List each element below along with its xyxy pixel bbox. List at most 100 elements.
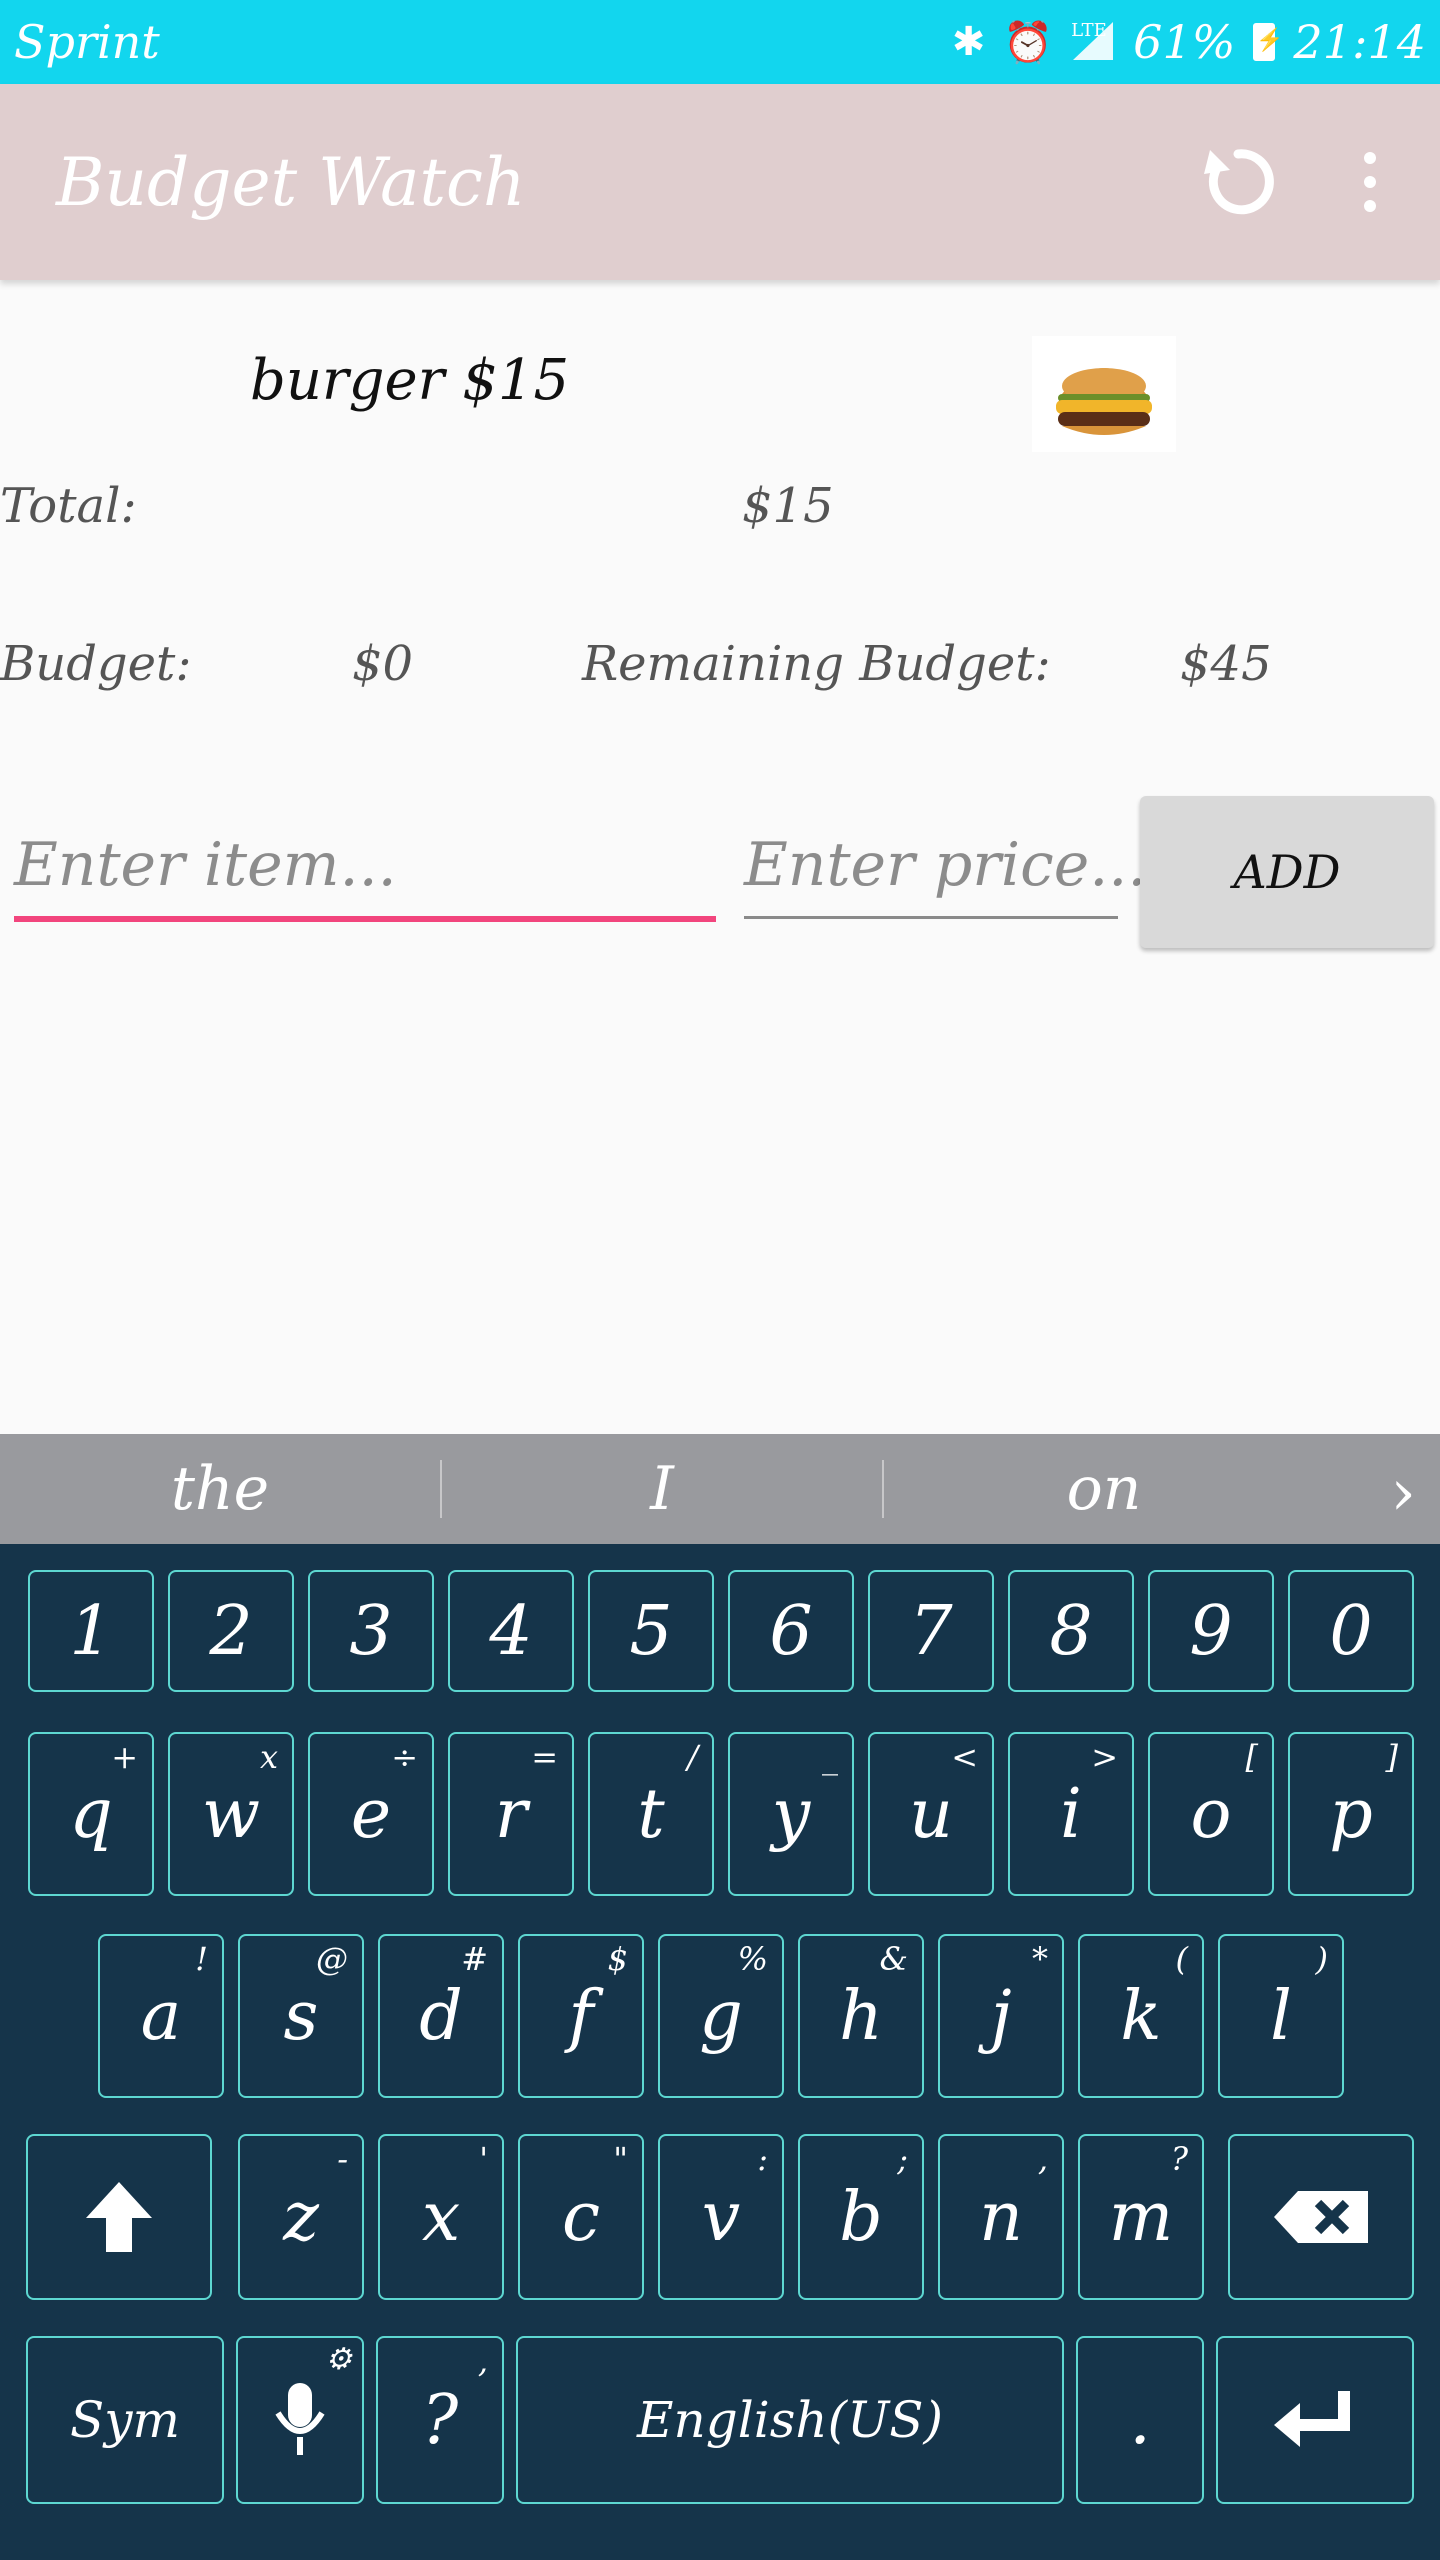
key-secondary: # (461, 1940, 488, 1978)
key-secondary: ? (1170, 2140, 1188, 2178)
app-bar: Budget Watch (0, 84, 1440, 280)
question-key[interactable]: ? , (376, 2336, 504, 2504)
key-d[interactable]: d # (378, 1934, 504, 2098)
key-b[interactable]: b; (798, 2134, 924, 2300)
question-key-label: ? (421, 2380, 459, 2460)
key-secondary: > (1091, 1738, 1118, 1776)
key-secondary: ] (1385, 1738, 1398, 1776)
bluetooth-icon: ✱ (951, 19, 986, 65)
key-m[interactable]: m? (1078, 2134, 1204, 2300)
suggestion-bar: the I on › (0, 1434, 1440, 1544)
key-k[interactable]: k( (1078, 1934, 1204, 2098)
key-l[interactable]: l) (1218, 1934, 1344, 2098)
key-label: g (699, 1976, 743, 2056)
key-secondary: & (879, 1940, 908, 1978)
signal-strength-icon (1073, 22, 1114, 62)
key-1[interactable]: 1 (28, 1570, 154, 1692)
key-n[interactable]: n, (938, 2134, 1064, 2300)
key-label: 2 (209, 1591, 253, 1671)
key-e[interactable]: e ÷ (308, 1732, 434, 1896)
key-label: 3 (349, 1591, 393, 1671)
key-label: v (701, 2177, 741, 2257)
key-label: u (909, 1774, 953, 1854)
burger-icon (1056, 368, 1152, 435)
key-label: d (419, 1976, 463, 2056)
key-t[interactable]: t / (588, 1732, 714, 1896)
key-6[interactable]: 6 (728, 1570, 854, 1692)
keyboard: Sym ⚙ ? , English(US) . 1 2 3 4 5 6 7 8 9 0 q + w x e (0, 1544, 1440, 2560)
app-title: Budget Watch (56, 143, 526, 221)
chevron-right-icon[interactable]: › (1390, 1456, 1416, 1530)
key-j[interactable]: j * (938, 1934, 1064, 2098)
key-secondary: ' (479, 2140, 488, 2178)
key-secondary: = (531, 1738, 558, 1776)
key-secondary: / (687, 1738, 698, 1776)
price-input[interactable]: Enter price... (744, 830, 1146, 900)
key-x[interactable]: x ' (378, 2134, 504, 2300)
key-r[interactable]: r = (448, 1732, 574, 1896)
key-c[interactable]: c " (518, 2134, 644, 2300)
key-0[interactable]: 0 (1288, 1570, 1414, 1692)
key-p[interactable]: p] (1288, 1732, 1414, 1896)
key-label: h (839, 1976, 883, 2056)
enter-key[interactable] (1216, 2336, 1414, 2504)
key-h[interactable]: h & (798, 1934, 924, 2098)
key-u[interactable]: u < (868, 1732, 994, 1896)
key-z[interactable]: z- (238, 2134, 364, 2300)
refresh-icon[interactable] (1190, 134, 1286, 230)
expense-item-text: burger $15 (250, 348, 570, 413)
mic-key[interactable]: ⚙ (236, 2336, 364, 2504)
key-w[interactable]: wx (168, 1732, 294, 1896)
key-o[interactable]: o[ (1148, 1732, 1274, 1896)
key-label: 7 (909, 1591, 953, 1671)
key-secondary: * (1032, 1940, 1048, 1978)
key-y[interactable]: y _ (728, 1732, 854, 1896)
period-key[interactable]: . (1076, 2336, 1204, 2504)
key-5[interactable]: 5 (588, 1570, 714, 1692)
key-label: w (201, 1774, 261, 1854)
key-label: s (283, 1976, 319, 2056)
price-input-underline (744, 916, 1118, 919)
overflow-menu-icon[interactable] (1350, 134, 1390, 230)
burger-image (1032, 336, 1176, 452)
key-secondary: ( (1175, 1940, 1188, 1978)
key-a[interactable]: a! (98, 1934, 224, 2098)
key-secondary: , (1037, 2140, 1048, 2178)
key-q[interactable]: q + (28, 1732, 154, 1896)
carrier-name: Sprint (14, 15, 160, 69)
key-v[interactable]: v: (658, 2134, 784, 2300)
item-input[interactable]: Enter item... (14, 830, 397, 900)
backspace-key[interactable] (1228, 2134, 1414, 2300)
microphone-icon (275, 2383, 325, 2455)
key-4[interactable]: 4 (448, 1570, 574, 1692)
key-g[interactable]: g% (658, 1934, 784, 2098)
shift-key[interactable] (26, 2134, 212, 2300)
total-value: $15 (742, 478, 834, 534)
key-3[interactable]: 3 (308, 1570, 434, 1692)
remaining-budget-value: $45 (1180, 636, 1272, 692)
gear-icon: ⚙ (325, 2342, 352, 2377)
key-secondary: % (737, 1940, 768, 1978)
key-2[interactable]: 2 (168, 1570, 294, 1692)
list-item[interactable]: burger $15 (0, 330, 1440, 460)
key-secondary: ) (1315, 1940, 1328, 1978)
key-8[interactable]: 8 (1008, 1570, 1134, 1692)
key-7[interactable]: 7 (868, 1570, 994, 1692)
suggestion-item[interactable]: I (442, 1454, 882, 1524)
sym-key[interactable]: Sym (26, 2336, 224, 2504)
key-label: 9 (1189, 1591, 1233, 1671)
sym-key-label: Sym (70, 2391, 180, 2449)
key-i[interactable]: i > (1008, 1732, 1134, 1896)
key-9[interactable]: 9 (1148, 1570, 1274, 1692)
refresh-icon-graphic (1204, 149, 1274, 215)
suggestion-item[interactable]: the (0, 1454, 440, 1524)
suggestion-item[interactable]: on (884, 1454, 1324, 1524)
key-s[interactable]: s @ (238, 1934, 364, 2098)
add-button[interactable]: ADD (1140, 796, 1434, 948)
key-secondary: ! (195, 1940, 208, 1978)
key-label: x (421, 2177, 461, 2257)
key-secondary: x (259, 1738, 278, 1776)
period-key-label: . (1129, 2380, 1151, 2460)
key-f[interactable]: f $ (518, 1934, 644, 2098)
space-key[interactable]: English(US) (516, 2336, 1064, 2504)
